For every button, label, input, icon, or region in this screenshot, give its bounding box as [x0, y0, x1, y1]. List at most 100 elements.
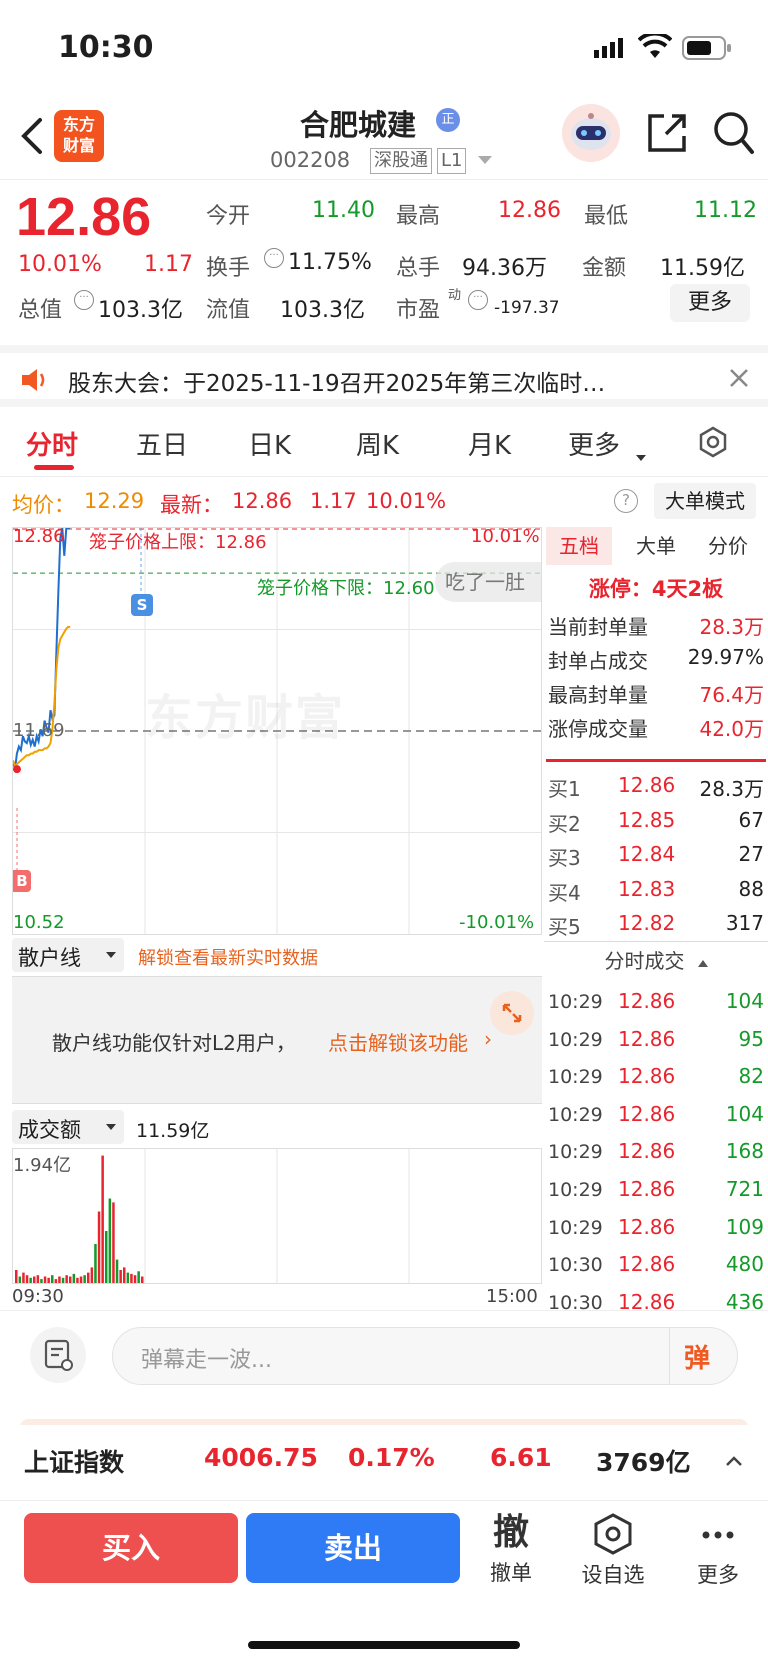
- volume-bar: [40, 1279, 43, 1283]
- index-name: 上证指数: [24, 1448, 125, 1477]
- info-icon[interactable]: ···: [74, 290, 94, 310]
- tick-volume: 104: [725, 1101, 764, 1126]
- volume-bar: [137, 1271, 140, 1283]
- avg-label: 均价：: [12, 493, 75, 517]
- intraday-chart[interactable]: 东方财富 12.86 笼子价格上限：12.86 10.01% 笼子价格下限：12…: [12, 526, 542, 935]
- volume-total: 11.59亿: [136, 1120, 210, 1142]
- low-value: 11.12: [694, 198, 757, 223]
- bid-row[interactable]: 买3 12.84 27: [548, 842, 764, 871]
- volume-bar: [79, 1276, 83, 1283]
- sell-button[interactable]: 卖出: [246, 1513, 460, 1583]
- bid-level-label: 买4: [548, 880, 581, 905]
- tick-row: 10:29 12.86 95: [548, 1027, 764, 1051]
- notes-icon[interactable]: [30, 1327, 86, 1383]
- tick-time: 10:30: [548, 1254, 603, 1277]
- index-value: 4006.75: [204, 1443, 318, 1472]
- limit-stat-label: 最高封单量: [548, 683, 648, 707]
- tick-row: 10:29 12.86 721: [548, 1177, 764, 1201]
- tick-time: 10:29: [548, 1103, 603, 1126]
- expand-icon[interactable]: [490, 991, 534, 1035]
- low-label: 最低: [584, 204, 629, 229]
- tab-more[interactable]: 更多: [568, 425, 620, 462]
- bid-row[interactable]: 买5 12.82 317: [548, 911, 764, 940]
- more-actions-button[interactable]: 更多: [686, 1513, 750, 1593]
- bid-row[interactable]: 买1 12.86 28.3万: [548, 773, 764, 802]
- bid-row[interactable]: 买4 12.83 88: [548, 877, 764, 906]
- bid-volume: 88: [738, 876, 764, 901]
- volume-bar: [29, 1277, 32, 1283]
- chevron-down-icon[interactable]: [478, 156, 492, 164]
- comment-bubble[interactable]: 吃了一肚: [435, 562, 541, 602]
- triangle-down-icon: [106, 952, 116, 958]
- app-logo[interactable]: 东方 财富: [54, 110, 104, 162]
- retail-locked-link[interactable]: 点击解锁该功能: [328, 1027, 468, 1056]
- rp-tab-price-dist[interactable]: 分价: [696, 527, 760, 565]
- retail-unlock-link[interactable]: 解锁查看最新实时数据: [138, 944, 318, 970]
- volume-bar: [15, 1270, 18, 1283]
- buy-marker[interactable]: B: [13, 870, 31, 892]
- rp-tab-big-orders[interactable]: 大单: [626, 527, 686, 565]
- volume-dropdown[interactable]: 成交额: [12, 1110, 124, 1144]
- tab-daily-k[interactable]: 日K: [248, 425, 291, 462]
- open-label: 今开: [206, 204, 251, 229]
- limit-up-title: 涨停：4天2板: [588, 577, 724, 601]
- tick-volume: 168: [725, 1139, 764, 1164]
- triangle-down-icon: [636, 455, 646, 461]
- retail-dropdown[interactable]: 散户线: [12, 938, 124, 972]
- more-button[interactable]: 更多: [670, 284, 750, 322]
- add-watchlist-button[interactable]: 设自选: [570, 1513, 656, 1593]
- volume-label: 总手: [396, 256, 441, 281]
- tick-price: 12.86: [618, 989, 676, 1013]
- danmu-send-button[interactable]: 弹: [669, 1328, 737, 1384]
- bottom-action-bar: 买入 卖出 撤 撤单 设自选 更多: [0, 1500, 768, 1663]
- tab-weekly-k[interactable]: 周K: [356, 425, 399, 462]
- chevron-up-icon[interactable]: [724, 1453, 744, 1467]
- notice-bar[interactable]: 股东大会：于2025-11-19召开2025年第三次临时…: [0, 345, 768, 407]
- tab-intraday[interactable]: 分时: [26, 425, 78, 462]
- close-icon[interactable]: [728, 367, 750, 389]
- volume-bar: [58, 1276, 61, 1283]
- latest-label: 最新：: [160, 493, 223, 517]
- sell-marker[interactable]: S: [131, 594, 153, 616]
- bid-volume: 28.3万: [699, 777, 764, 801]
- notice-text[interactable]: 股东大会：于2025-11-19召开2025年第三次临时…: [68, 364, 605, 398]
- rp-tab-five-levels[interactable]: 五档: [546, 527, 612, 565]
- buy-button[interactable]: 买入: [24, 1513, 238, 1583]
- retail-locked-panel[interactable]: 散户线功能仅针对L2用户， 点击解锁该功能 ›: [12, 976, 542, 1104]
- info-icon[interactable]: ···: [468, 290, 488, 310]
- danmu-input[interactable]: 弹幕走一波... 弹: [112, 1327, 738, 1385]
- volume-value: 94.36万: [462, 256, 547, 281]
- avg-value: 12.29: [84, 489, 145, 513]
- bid-volume: 317: [725, 911, 764, 935]
- ticks-title[interactable]: 分时成交: [544, 945, 768, 977]
- index-chg: 6.61: [490, 1443, 552, 1472]
- back-icon[interactable]: [16, 116, 46, 156]
- tick-price: 12.86: [618, 1177, 676, 1201]
- tab-5day[interactable]: 五日: [136, 425, 188, 462]
- volume-chart[interactable]: 1.94亿: [12, 1148, 542, 1284]
- bid-level-label: 买1: [548, 777, 581, 801]
- tick-time: 10:29: [548, 1179, 603, 1201]
- search-icon[interactable]: [712, 110, 756, 156]
- tick-time: 10:29: [548, 1141, 603, 1164]
- share-icon[interactable]: [646, 112, 688, 154]
- help-icon[interactable]: ?: [614, 489, 638, 513]
- index-ticker-bar[interactable]: 上证指数 4006.75 0.17% 6.61 3769亿: [0, 1425, 768, 1500]
- pe-value: -197.37: [494, 298, 560, 318]
- add-watchlist-label: 设自选: [581, 1563, 645, 1587]
- tick-row: 10:30 12.86 480: [548, 1252, 764, 1276]
- bid-level-label: 买5: [548, 915, 581, 939]
- ticks-title-label: 分时成交: [604, 949, 685, 973]
- pe-sup-label: 动: [448, 288, 462, 303]
- volume-bar: [101, 1155, 104, 1283]
- big-order-mode-button[interactable]: 大单模式: [654, 483, 756, 519]
- settings-icon[interactable]: [696, 425, 730, 459]
- bid-row[interactable]: 买2 12.85 67: [548, 808, 764, 837]
- info-icon[interactable]: ···: [264, 248, 284, 268]
- volume-bar: [130, 1273, 133, 1283]
- volume-bar: [72, 1273, 76, 1283]
- cancel-order-button[interactable]: 撤 撤单: [480, 1513, 542, 1593]
- robot-assistant-icon[interactable]: [562, 104, 620, 162]
- tab-monthly-k[interactable]: 月K: [468, 425, 511, 462]
- latest-chg: 1.17: [310, 489, 357, 513]
